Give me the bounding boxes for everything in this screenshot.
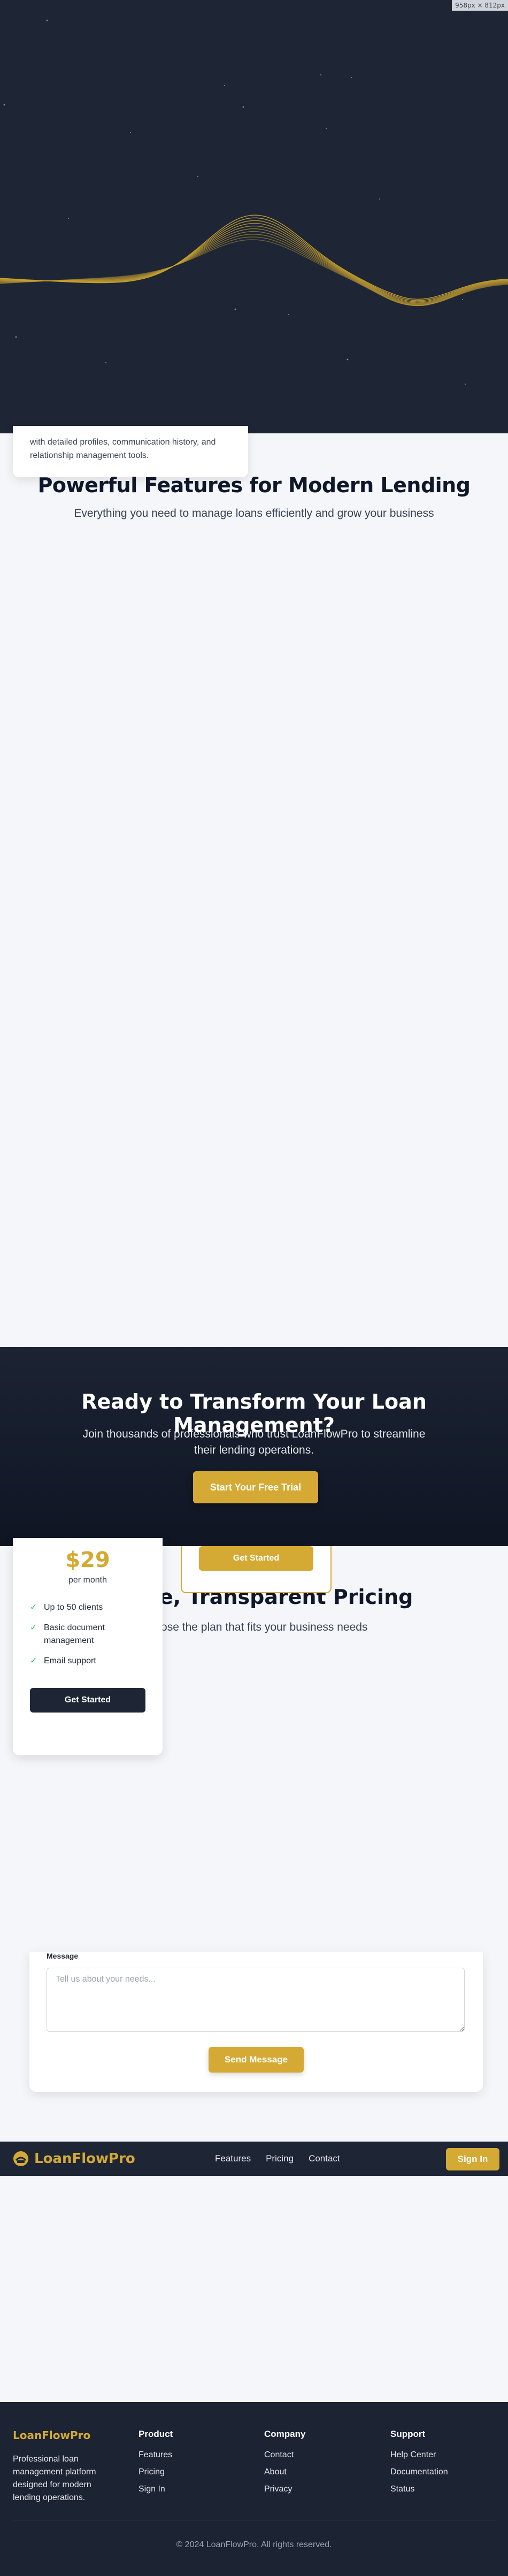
footer-link-contact[interactable]: Contact bbox=[264, 2450, 305, 2460]
pro-get-started-button[interactable]: Get Started bbox=[199, 1546, 313, 1571]
hero-section: 958px × 812px bbox=[0, 0, 508, 433]
brand-name: LoanFlowPro bbox=[34, 2151, 135, 2167]
features-subtitle: Everything you need to manage loans effi… bbox=[74, 507, 434, 519]
wave-line bbox=[0, 215, 508, 300]
star-dot bbox=[15, 336, 17, 338]
message-label: Message bbox=[47, 1952, 79, 1960]
footer-copyright: © 2024 LoanFlowPro. All rights reserved. bbox=[176, 2540, 332, 2549]
pricing-card-basic: $29 per month ✓ Up to 50 clients ✓ Basic d… bbox=[13, 1538, 163, 1755]
star-dot bbox=[351, 77, 352, 78]
nav-link-pricing[interactable]: Pricing bbox=[266, 2153, 294, 2164]
star-dot bbox=[105, 362, 106, 363]
star-dot bbox=[234, 308, 236, 310]
send-message-button[interactable]: Send Message bbox=[209, 2047, 304, 2073]
footer: LoanFlowPro Professional loan management… bbox=[0, 2402, 508, 2576]
footer-link-features[interactable]: Features bbox=[138, 2450, 173, 2460]
nav-link-features[interactable]: Features bbox=[215, 2153, 251, 2164]
star-dot bbox=[320, 74, 321, 75]
check-icon: ✓ bbox=[30, 1656, 37, 1665]
brand[interactable]: LoanFlowPro bbox=[13, 2151, 135, 2167]
contact-form-card: Message Send Message bbox=[29, 1952, 483, 2092]
cta-section: Ready to Transform Your Loan Management?… bbox=[0, 1347, 508, 1546]
footer-column-company: Company Contact About Privacy bbox=[264, 2429, 305, 2502]
check-icon: ✓ bbox=[30, 1623, 37, 1632]
footer-description: Professional loan management platform de… bbox=[13, 2455, 96, 2502]
pricing-card-pro: Get Started bbox=[181, 1546, 332, 1593]
start-free-trial-button[interactable]: Start Your Free Trial bbox=[193, 1471, 318, 1503]
star-dot bbox=[347, 358, 349, 361]
hero-wave-graphic bbox=[0, 19, 508, 385]
size-badge: 958px × 812px bbox=[452, 0, 508, 11]
cta-subtitle: Join thousands of professionals who trus… bbox=[82, 1428, 426, 1456]
navbar: LoanFlowPro Features Pricing Contact Sig… bbox=[0, 2142, 508, 2176]
star-dot bbox=[224, 85, 225, 86]
star-dot bbox=[462, 299, 463, 300]
wave-line bbox=[0, 231, 508, 305]
footer-link-sign-in[interactable]: Sign In bbox=[138, 2485, 173, 2494]
nav-links: Features Pricing Contact bbox=[215, 2153, 340, 2164]
footer-link-status[interactable]: Status bbox=[390, 2485, 448, 2494]
footer-link-about[interactable]: About bbox=[264, 2467, 305, 2477]
wave-line bbox=[0, 217, 508, 301]
footer-link-help-center[interactable]: Help Center bbox=[390, 2450, 448, 2460]
footer-column-support: Support Help Center Documentation Status bbox=[390, 2429, 448, 2502]
feature-card: with detailed profiles, communication hi… bbox=[13, 426, 248, 477]
plan-period: per month bbox=[68, 1576, 107, 1585]
footer-column-title: Product bbox=[138, 2429, 173, 2439]
list-item: ✓ Up to 50 clients bbox=[30, 1601, 153, 1614]
star-dot bbox=[288, 314, 289, 315]
star-dot bbox=[68, 218, 69, 219]
list-item: ✓ Basic document management bbox=[30, 1622, 153, 1647]
wave-line bbox=[0, 234, 508, 306]
wave-line bbox=[0, 223, 508, 303]
plan-feature: Up to 50 clients bbox=[44, 1603, 103, 1612]
message-textarea[interactable] bbox=[47, 1968, 465, 2032]
footer-column-product: Product Features Pricing Sign In bbox=[138, 2429, 173, 2502]
sign-in-button[interactable]: Sign In bbox=[446, 2148, 499, 2170]
check-icon: ✓ bbox=[30, 1603, 37, 1612]
list-item: ✓ Email support bbox=[30, 1655, 153, 1668]
basic-get-started-button[interactable]: Get Started bbox=[30, 1688, 145, 1713]
feature-card-text: with detailed profiles, communication hi… bbox=[30, 438, 216, 460]
wave-line bbox=[0, 220, 508, 302]
footer-column-title: Support bbox=[390, 2429, 426, 2439]
plan-feature-list: ✓ Up to 50 clients ✓ Basic document manage… bbox=[30, 1601, 153, 1675]
nav-link-contact[interactable]: Contact bbox=[309, 2153, 340, 2164]
wave-line bbox=[0, 239, 508, 307]
footer-brand: LoanFlowPro bbox=[13, 2429, 91, 2442]
brand-logo-icon bbox=[13, 2151, 28, 2166]
star-dot bbox=[197, 176, 198, 177]
wave-line bbox=[0, 228, 508, 305]
star-dot bbox=[46, 19, 48, 21]
footer-column-title: Company bbox=[264, 2429, 306, 2439]
star-dot bbox=[242, 106, 244, 108]
footer-link-documentation[interactable]: Documentation bbox=[390, 2467, 448, 2477]
wave-line bbox=[0, 225, 508, 304]
plan-feature: Email support bbox=[44, 1656, 96, 1665]
plan-price: $29 bbox=[65, 1548, 110, 1572]
plan-feature: Basic document management bbox=[44, 1623, 105, 1645]
star-dot bbox=[465, 384, 466, 385]
star-dot bbox=[326, 128, 327, 129]
star-dot bbox=[3, 104, 5, 106]
features-title: Powerful Features for Modern Lending bbox=[37, 473, 471, 497]
star-dot bbox=[130, 132, 131, 133]
footer-link-pricing[interactable]: Pricing bbox=[138, 2467, 173, 2477]
footer-link-privacy[interactable]: Privacy bbox=[264, 2485, 305, 2494]
wave-line bbox=[0, 236, 508, 307]
star-dot bbox=[379, 198, 380, 200]
